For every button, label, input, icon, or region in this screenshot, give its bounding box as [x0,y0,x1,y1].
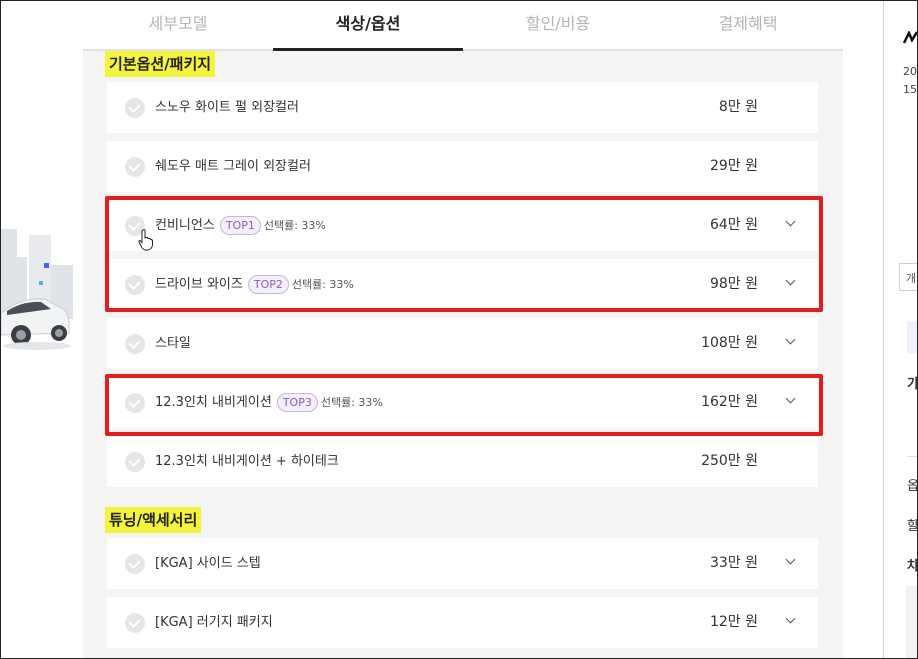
summary-tab[interactable] [907,321,917,353]
brand-logo-icon [902,30,917,49]
hand-cursor-icon [138,229,154,256]
tab-payment-benefit[interactable]: 결제혜택 [653,1,843,49]
divider [907,456,917,457]
car-illustration [1,221,81,361]
option-name: [KGA] 러기지 패키지 [155,615,273,630]
checkbox-icon[interactable] [125,157,145,177]
checkbox-icon[interactable] [125,452,145,472]
checkbox-icon[interactable] [125,613,145,633]
option-name: 쉐도우 매트 그레이 외장컬러 [155,159,311,174]
chevron-down-icon[interactable] [786,615,796,625]
option-price: 250만 원 [701,453,758,469]
section-basic-options: 기본옵션/패키지 [105,51,216,77]
option-tabs: 세부모델 색상/옵션 할인/비용 결제혜택 [83,1,843,51]
summary-label: 할 [907,519,918,534]
chevron-down-icon[interactable] [786,556,796,566]
summary-select[interactable]: 개 [899,263,917,291]
tab-color-option[interactable]: 색상/옵션 [273,1,463,51]
highlight-box [105,374,823,436]
chevron-down-icon[interactable] [786,336,796,346]
summary-year: 20 [903,65,917,78]
summary-card [906,586,917,658]
highlight-box [105,196,823,312]
checkbox-icon[interactable] [125,334,145,354]
checkbox-icon[interactable] [125,98,145,118]
tab-discount-cost[interactable]: 할인/비용 [463,1,653,49]
option-row[interactable]: 스노우 화이트 펄 외장컬러 8만 원 [107,82,818,133]
option-price: 8만 원 [718,99,758,115]
tab-sub-model[interactable]: 세부모델 [83,1,273,49]
summary-label: 옵 [907,479,918,494]
options-panel: 기본옵션/패키지 스노우 화이트 펄 외장컬러 8만 원 쉐도우 매트 그레이 … [83,51,843,658]
option-name: [KGA] 사이드 스텝 [155,556,261,571]
car-icon [1,298,71,350]
option-name: 12.3인치 내비게이션 + 하이테크 [155,454,339,469]
screenshot-frame: 세부모델 색상/옵션 할인/비용 결제혜택 기본옵션/패키지 스노우 화이트 펄… [0,0,918,659]
option-price: 29만 원 [709,158,758,174]
option-price: 108만 원 [701,335,758,351]
option-price: 12만 원 [709,614,758,630]
summary-heading: 차 [907,559,918,574]
accessory-row[interactable]: [KGA] 사이드 스텝 33만 원 [107,538,818,589]
option-row[interactable]: 스타일 108만 원 [107,318,818,369]
summary-trim: 15 [903,83,917,96]
section-tuning-accessories: 튜닝/액세서리 [105,507,202,533]
summary-heading: 가 [907,377,918,392]
option-price: 33만 원 [709,555,758,571]
option-row[interactable]: 쉐도우 매트 그레이 외장컬러 29만 원 [107,141,818,192]
accessory-row[interactable]: [KGA] 러기지 패키지 12만 원 [107,597,818,648]
option-name: 스타일 [155,336,191,351]
checkbox-icon[interactable] [125,554,145,574]
option-row[interactable]: 12.3인치 내비게이션 + 하이테크 250만 원 [107,436,818,487]
option-name: 스노우 화이트 펄 외장컬러 [155,100,299,115]
